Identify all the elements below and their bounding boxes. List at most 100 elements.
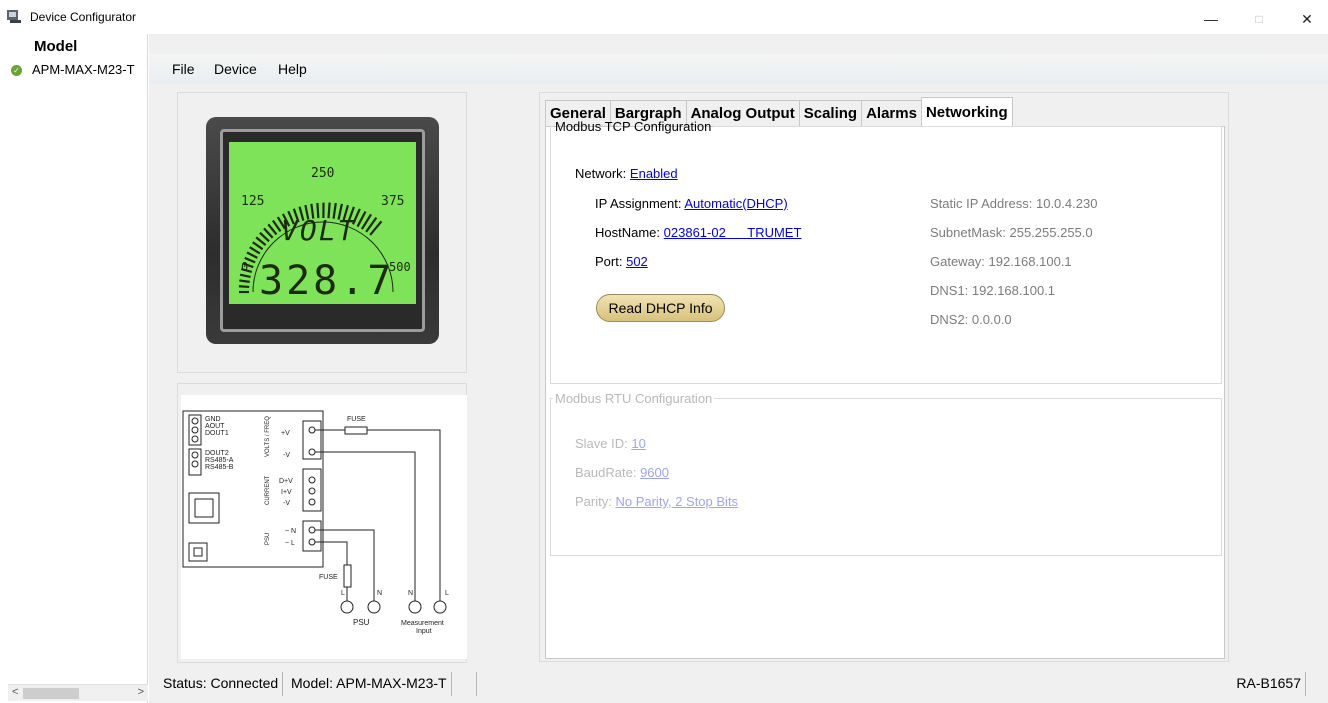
baud-rate-row: BaudRate: 9600 — [575, 465, 669, 480]
network-row: Network: Enabled — [575, 166, 678, 181]
terminal-label-dout1: DOUT1 — [205, 430, 229, 437]
bargraph-segment — [255, 236, 267, 247]
menu-bar: File Device Help — [149, 54, 1328, 84]
hostname-row: HostName: 023861-02 TRUMET — [595, 225, 801, 240]
port-link[interactable]: 502 — [626, 254, 648, 269]
ip-assignment-link[interactable]: Automatic(DHCP) — [684, 196, 787, 211]
ip-assignment-row: IP Assignment: Automatic(DHCP) — [595, 196, 788, 211]
title-bar: Device Configurator — □ ✕ — [0, 0, 1328, 34]
model-list-item[interactable]: ✓ APM-MAX-M23-T — [4, 60, 148, 80]
measurement-caption-input: Input — [416, 628, 432, 635]
menu-file[interactable]: File — [172, 61, 195, 77]
hostname-label: HostName: — [595, 225, 661, 240]
wiring-diagram: GND AOUT DOUT1 DOUT2 RS485-A RS485-B +V … — [181, 395, 467, 659]
wiring-diagram-panel: GND AOUT DOUT1 DOUT2 RS485-A RS485-B +V … — [177, 383, 467, 663]
meter-frame: 250 125 375 VOLT 0 500 328.7 — [220, 129, 425, 332]
close-button[interactable]: ✕ — [1284, 6, 1328, 32]
reading-value: 328.7 — [259, 258, 395, 304]
window-title: Device Configurator — [30, 10, 137, 24]
parity-row: Parity: No Parity, 2 Stop Bits — [575, 494, 738, 509]
check-circle-icon: ✓ — [11, 65, 22, 76]
modbus-tcp-legend: Modbus TCP Configuration — [555, 119, 712, 134]
bargraph-segment — [252, 241, 264, 251]
slave-id-label: Slave ID: — [575, 436, 628, 451]
terminal-label-aout: AOUT — [205, 423, 225, 430]
scrollbar-thumb[interactable] — [23, 688, 79, 699]
networking-tab-panel: Modbus TCP Configuration Network: Enable… — [545, 119, 1225, 659]
psu-n-label: N — [377, 590, 382, 597]
terminal-label-rs485a: RS485-A — [205, 457, 234, 464]
lcd-display: 250 125 375 VOLT 0 500 328.7 — [229, 142, 416, 304]
scale-label-min: 0 — [241, 260, 249, 274]
subnet-mask-text: SubnetMask: 255.255.255.0 — [930, 225, 1093, 240]
bargraph-segment — [238, 285, 250, 289]
modbus-rtu-legend: Modbus RTU Configuration — [555, 391, 713, 406]
modbus-tcp-group: Modbus TCP Configuration Network: Enable… — [550, 119, 1222, 384]
bargraph-segment — [239, 279, 250, 283]
pin-minus-v-current: -V — [283, 500, 290, 507]
modbus-rtu-group: Modbus RTU Configuration Slave ID: 10 Ba… — [550, 391, 1222, 556]
scale-label-right: 375 — [381, 194, 405, 209]
port-row: Port: 502 — [595, 254, 648, 269]
meas-n-label: N — [408, 590, 413, 597]
settings-tab-control: General Bargraph Analog Output Scaling A… — [539, 92, 1229, 662]
meter-bezel: 250 125 375 VOLT 0 500 328.7 — [206, 117, 439, 344]
minimize-button[interactable]: — — [1188, 6, 1234, 32]
bargraph-segment — [249, 246, 261, 255]
scale-label-left: 125 — [241, 194, 265, 209]
connection-status: Status: Connected — [159, 672, 284, 696]
parity-link: No Parity, 2 Stop Bits — [615, 494, 739, 509]
terminal-label-gnd: GND — [205, 416, 221, 423]
model-status: Model: APM-MAX-M23-T — [287, 672, 452, 696]
hostname-link[interactable]: 023861-02 TRUMET — [664, 225, 802, 240]
device-image-panel: 250 125 375 VOLT 0 500 328.7 — [177, 92, 467, 373]
pin-minus-v: -V — [283, 452, 290, 459]
bargraph-segment — [239, 273, 251, 278]
model-list-panel: Model ✓ APM-MAX-M23-T < > — [4, 34, 148, 703]
pin-n: ~ N — [285, 528, 296, 535]
meas-l-label: L — [445, 590, 449, 597]
horizontal-scrollbar[interactable]: < > — [8, 684, 148, 701]
baud-rate-link: 9600 — [640, 465, 669, 480]
network-link[interactable]: Enabled — [630, 166, 678, 181]
bargraph-segment — [246, 251, 258, 259]
parity-label: Parity: — [575, 494, 612, 509]
app-window: Device Configurator — □ ✕ Model ✓ APM-MA… — [0, 0, 1328, 703]
psu-label: PSU — [265, 533, 271, 545]
pin-d-plus-v: D+V — [279, 478, 293, 485]
maximize-button: □ — [1255, 12, 1263, 26]
terminal-label-dout2: DOUT2 — [205, 450, 229, 457]
menu-device[interactable]: Device — [214, 61, 257, 77]
pin-plus-v: +V — [281, 430, 290, 437]
menu-help[interactable]: Help — [278, 61, 307, 77]
scale-label-top: 250 — [311, 166, 335, 181]
model-list-item-label: APM-MAX-M23-T — [32, 62, 135, 77]
dns1-text: DNS1: 192.168.100.1 — [930, 283, 1056, 298]
volts-freq-label: VOLTS / FREQ — [265, 416, 271, 457]
gateway-text: Gateway: 192.168.100.1 — [930, 254, 1072, 269]
current-label: CURRENT — [265, 475, 271, 505]
device-code-status: RA-B1657 — [1232, 672, 1306, 696]
model-list-header: Model — [34, 38, 78, 55]
psu-caption: PSU — [353, 618, 370, 627]
scroll-left-icon[interactable]: < — [12, 686, 18, 698]
pin-l: ~ L — [285, 540, 295, 547]
ip-assignment-label: IP Assignment: — [595, 196, 682, 211]
slave-id-row: Slave ID: 10 — [575, 436, 646, 451]
status-bar: Status: Connected Model: APM-MAX-M23-T R… — [149, 665, 1328, 703]
port-label: Port: — [595, 254, 623, 269]
psu-l-label: L — [341, 590, 345, 597]
baud-rate-label: BaudRate: — [575, 465, 637, 480]
measurement-caption: Measurement — [401, 620, 444, 627]
static-ip-text: Static IP Address: 10.0.4.230 — [930, 196, 1098, 211]
network-label: Network: — [575, 166, 627, 181]
status-separator — [471, 672, 477, 696]
fuse-label-top: FUSE — [347, 416, 366, 423]
dns2-text: DNS2: 0.0.0.0 — [930, 312, 1012, 327]
pin-i-plus-v: I+V — [281, 489, 292, 496]
slave-id-link: 10 — [631, 436, 646, 451]
scroll-right-icon[interactable]: > — [138, 686, 144, 698]
unit-label: VOLT — [281, 214, 357, 247]
read-dhcp-info-button[interactable]: Read DHCP Info — [596, 294, 725, 322]
fuse-label-bottom: FUSE — [319, 574, 338, 581]
